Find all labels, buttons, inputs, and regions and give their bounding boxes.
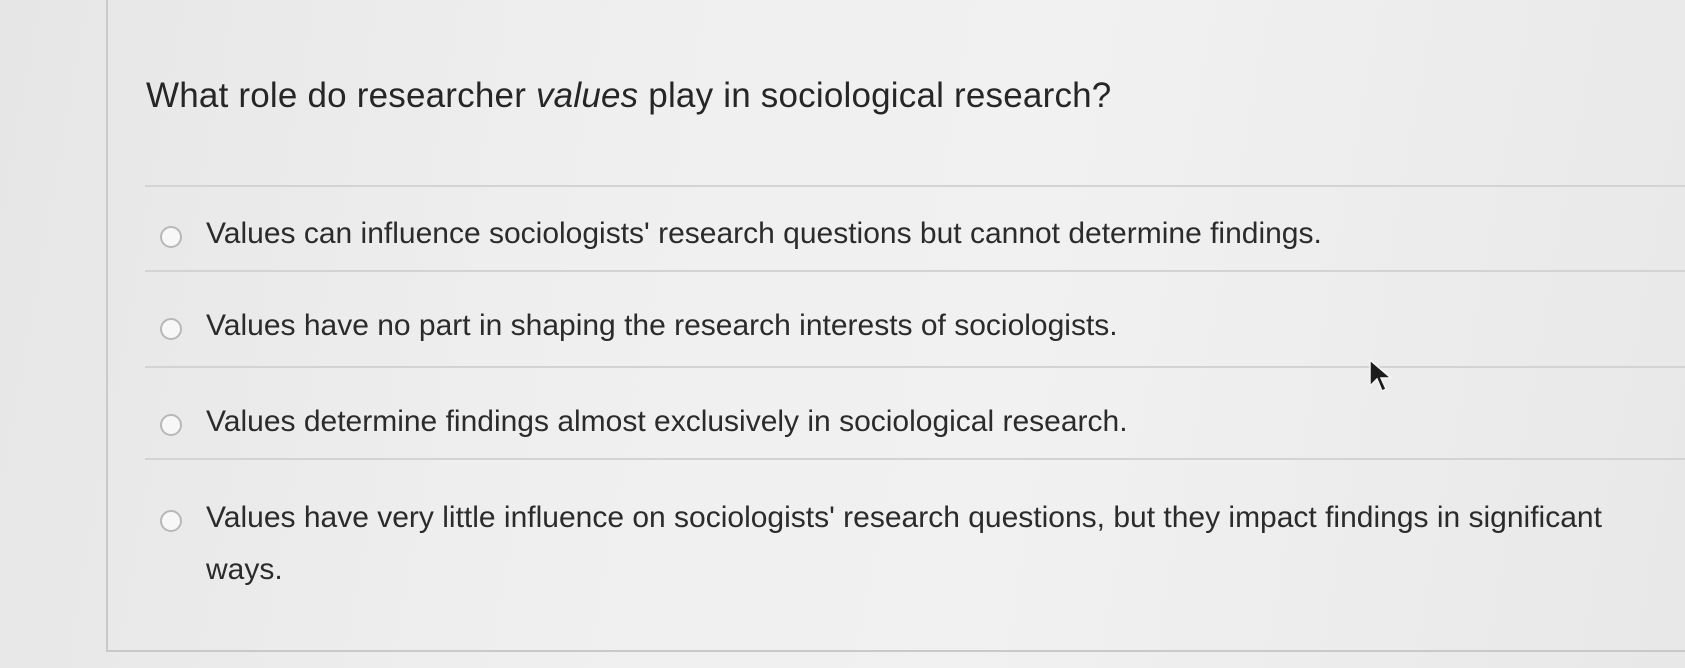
answer-option-3[interactable]: Values determine findings almost exclusi… xyxy=(160,404,1646,448)
answer-label[interactable]: Values have no part in shaping the resea… xyxy=(206,300,1646,352)
question-emphasis: values xyxy=(535,76,639,115)
question-prefix: What role do researcher xyxy=(146,76,536,115)
radio-unchecked-icon[interactable] xyxy=(160,226,182,248)
mouse-pointer-icon xyxy=(1369,358,1394,393)
question-suffix: play in sociological research? xyxy=(638,76,1112,115)
answer-label[interactable]: Values can influence sociologists' resea… xyxy=(206,208,1646,260)
divider xyxy=(145,185,1685,187)
question-text: What role do researcher values play in s… xyxy=(146,76,1111,116)
radio-unchecked-icon[interactable] xyxy=(160,414,182,436)
radio-unchecked-icon[interactable] xyxy=(160,318,182,340)
quiz-page: What role do researcher values play in s… xyxy=(0,0,1685,668)
answer-label[interactable]: Values determine findings almost exclusi… xyxy=(206,396,1646,448)
divider xyxy=(145,366,1685,368)
answer-label[interactable]: Values have very little influence on soc… xyxy=(206,492,1646,596)
divider xyxy=(145,458,1685,460)
divider xyxy=(145,270,1685,272)
answer-option-4[interactable]: Values have very little influence on soc… xyxy=(160,500,1646,596)
answer-option-2[interactable]: Values have no part in shaping the resea… xyxy=(160,308,1646,352)
answer-option-1[interactable]: Values can influence sociologists' resea… xyxy=(160,216,1646,260)
radio-unchecked-icon[interactable] xyxy=(160,510,182,532)
